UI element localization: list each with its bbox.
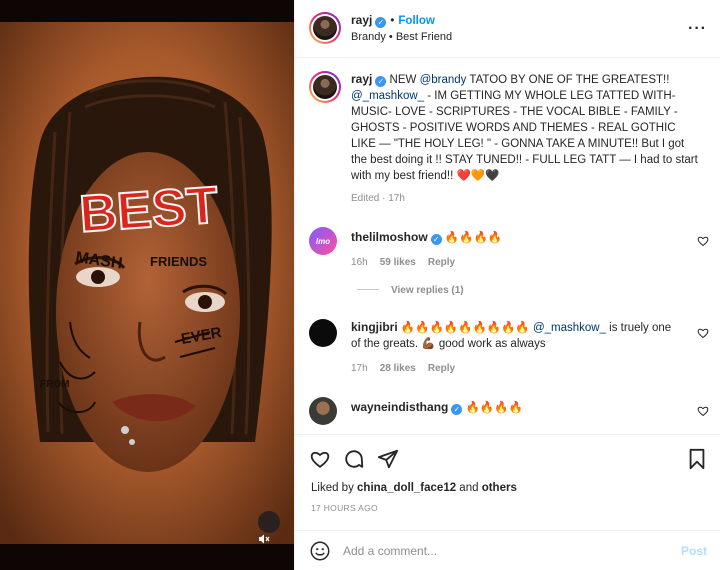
mention-link[interactable]: @_mashkow_: [533, 322, 606, 334]
volume-muted-icon[interactable]: [258, 511, 280, 544]
more-horizontal-icon[interactable]: ···: [688, 20, 707, 38]
avatar[interactable]: [309, 319, 337, 347]
tattoo-text-best: BEST: [78, 176, 221, 244]
heart-icon[interactable]: [309, 448, 331, 470]
comment-time: 17h: [351, 363, 368, 374]
comment-item: lmo thelilmoshow ✓ 🔥🔥🔥🔥 16h 59 likes Reply …: [295, 227, 720, 297]
liked-by-summary: Liked by china_doll_face12 and others: [311, 482, 517, 494]
comment-input[interactable]: [343, 541, 663, 561]
comment-item: kingjibri 🔥🔥🔥🔥🔥🔥🔥🔥🔥 @_mashkow_ is truely…: [295, 319, 720, 383]
instagram-post-window: BEST MASH FRIENDS EVER FROM rayj ✓ • Follow…: [0, 0, 720, 570]
comment-text: 🔥🔥🔥🔥: [462, 402, 523, 414]
comment-icon[interactable]: [343, 448, 365, 470]
post-author-username[interactable]: rayj: [351, 13, 372, 27]
comment-time: 16h: [351, 257, 368, 268]
heart-icon[interactable]: [697, 327, 709, 339]
follow-button[interactable]: Follow: [398, 15, 434, 27]
comment-username[interactable]: wayneindisthang: [351, 400, 448, 414]
post-comment-button[interactable]: Post: [681, 544, 707, 558]
media-letterbox-top: [0, 0, 294, 22]
verified-badge-icon: ✓: [375, 76, 387, 87]
liked-by-others-link[interactable]: others: [482, 482, 517, 494]
post-details-panel: rayj ✓ • Follow Brandy • Best Friend ··· ra…: [294, 0, 720, 570]
post-audio-subtitle[interactable]: Brandy • Best Friend: [351, 31, 452, 43]
caption-avatar[interactable]: [309, 71, 341, 103]
comment-username[interactable]: thelilmoshow: [351, 230, 428, 244]
view-replies-button[interactable]: View replies (1): [357, 285, 464, 296]
verified-badge-icon: ✓: [375, 17, 387, 28]
reply-button[interactable]: Reply: [428, 363, 455, 374]
avatar[interactable]: [309, 12, 341, 44]
comments-scroll-area[interactable]: rayj ✓ NEW @brandy TATOO BY ONE OF THE GR…: [295, 59, 720, 433]
reply-button[interactable]: Reply: [428, 257, 455, 268]
post-caption: rayj ✓ NEW @brandy TATOO BY ONE OF THE GR…: [351, 72, 698, 182]
post-timestamp[interactable]: 17 HOURS AGO: [311, 503, 378, 513]
media-letterbox-bottom: [0, 544, 294, 570]
tattoo-text-friends: FRIENDS: [150, 254, 207, 269]
comment-item: wayneindisthang ✓ 🔥🔥🔥🔥: [295, 397, 720, 433]
liked-by-user-link[interactable]: china_doll_face12: [357, 482, 456, 494]
heart-icon[interactable]: [697, 405, 709, 417]
comment-composer: Post: [295, 530, 720, 570]
mention-link[interactable]: @_mashkow_: [351, 90, 424, 102]
emoji-icon[interactable]: [309, 540, 331, 562]
post-header: rayj ✓ • Follow Brandy • Best Friend ···: [295, 0, 720, 58]
verified-badge-icon: ✓: [451, 404, 463, 415]
avatar[interactable]: [309, 397, 337, 425]
tattoo-text-from: FROM: [40, 379, 69, 390]
tattoo-image: BEST MASH FRIENDS EVER FROM: [0, 22, 294, 544]
comment-likes[interactable]: 28 likes: [380, 363, 416, 374]
avatar[interactable]: lmo: [309, 227, 337, 255]
comment-text: 🔥🔥🔥🔥: [441, 232, 503, 244]
post-action-bar: [295, 434, 720, 482]
send-icon[interactable]: [377, 448, 399, 470]
mention-link[interactable]: @brandy: [420, 74, 467, 86]
verified-badge-icon: ✓: [430, 234, 442, 245]
heart-icon[interactable]: [697, 235, 709, 247]
post-media[interactable]: BEST MASH FRIENDS EVER FROM: [0, 0, 294, 570]
comment-likes[interactable]: 59 likes: [380, 257, 416, 268]
bookmark-icon[interactable]: [687, 448, 707, 470]
comment-username[interactable]: kingjibri: [351, 320, 398, 334]
caption-username[interactable]: rayj: [351, 72, 372, 86]
caption-edited-time: Edited · 17h: [351, 193, 405, 204]
